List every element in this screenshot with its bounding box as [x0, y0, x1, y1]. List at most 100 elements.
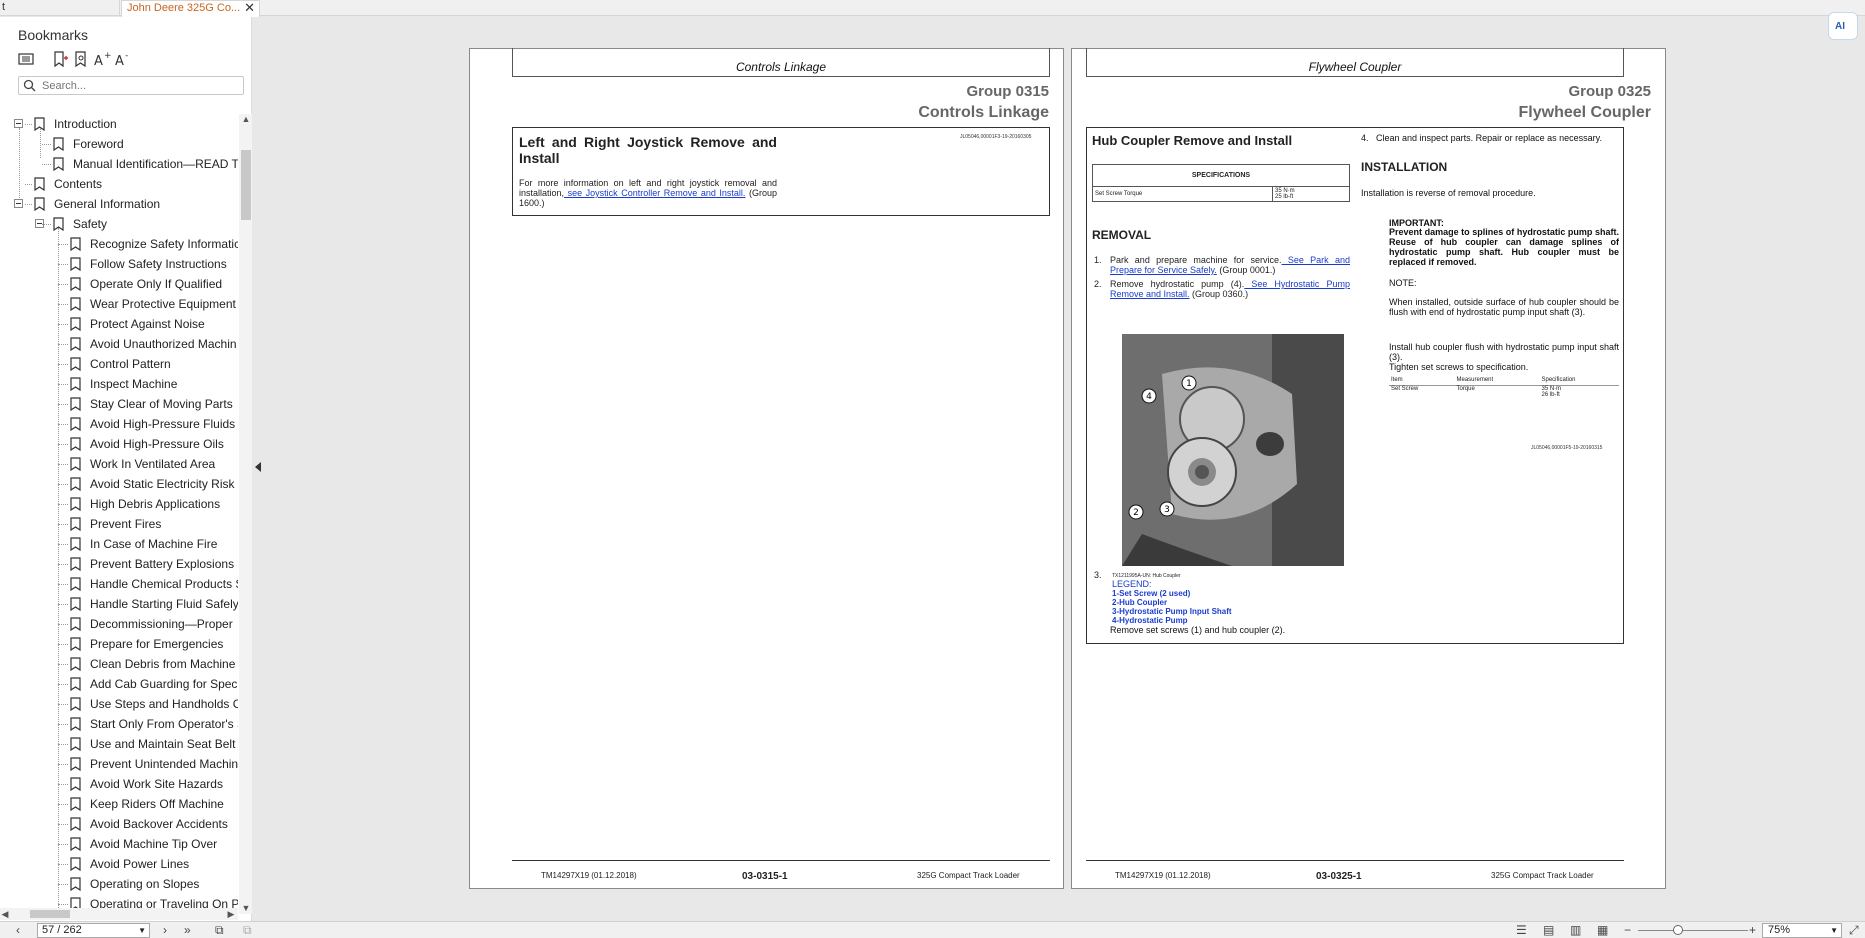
bookmark-item[interactable]: Introduction	[0, 114, 238, 134]
bookmark-item[interactable]: Avoid Backover Accidents	[0, 814, 238, 834]
continuous-view-icon[interactable]: ▤	[1543, 924, 1554, 937]
bookmark-item[interactable]: Protect Against Noise	[0, 314, 238, 334]
zoom-out-icon[interactable]: −	[1624, 924, 1631, 937]
joystick-controller-link[interactable]: see Joystick Controller Remove and Insta…	[564, 188, 746, 198]
torque-table: Item Measurement Specification Set Screw To…	[1389, 377, 1619, 398]
add-bookmark-icon[interactable]	[51, 50, 69, 68]
legend-item: 4-Hydrostatic Pump	[1112, 616, 1188, 625]
bookmark-item[interactable]: Prepare for Emergencies	[0, 634, 238, 654]
collapse-toggle-icon[interactable]	[14, 199, 23, 208]
tree-guide	[25, 124, 32, 125]
group-number: Group 0315	[966, 83, 1049, 100]
bookmark-item[interactable]: Add Cab Guarding for Speci	[0, 674, 238, 694]
collapse-toggle-icon[interactable]	[14, 119, 23, 128]
last-page-icon[interactable]: »	[184, 924, 191, 937]
scroll-up-icon[interactable]: ▲	[241, 114, 251, 124]
bookmark-item[interactable]: Avoid High-Pressure Oils	[0, 434, 238, 454]
bookmark-item[interactable]: Operating on Slopes	[0, 874, 238, 894]
bookmark-item[interactable]: Avoid Unauthorized Machin	[0, 334, 238, 354]
bookmark-item[interactable]: General Information	[0, 194, 238, 214]
find-bookmark-icon[interactable]	[72, 50, 90, 68]
bookmark-item[interactable]: Avoid Work Site Hazards	[0, 774, 238, 794]
zoom-level-field[interactable]: 75% ▼	[1762, 923, 1842, 938]
bookmark-label: Prevent Unintended Machin	[90, 757, 238, 771]
bookmark-item[interactable]: Wear Protective Equipment	[0, 294, 238, 314]
bookmark-vertical-scrollbar[interactable]: ▲ ▼	[239, 114, 252, 914]
bookmark-item[interactable]: Handle Starting Fluid Safely	[0, 594, 238, 614]
zoom-slider-track[interactable]	[1638, 930, 1748, 931]
bookmark-item[interactable]: Recognize Safety Informatic	[0, 234, 238, 254]
fullscreen-icon[interactable]: ⤢	[1849, 924, 1859, 937]
paste-icon[interactable]: ⧉	[243, 924, 252, 937]
bookmark-item[interactable]: Decommissioning—Proper	[0, 614, 238, 634]
tree-guide	[58, 324, 68, 325]
two-page-view-icon[interactable]: ▥	[1570, 924, 1581, 937]
bookmark-item[interactable]: Operate Only If Qualified	[0, 274, 238, 294]
bookmark-item[interactable]: Use and Maintain Seat Belt	[0, 734, 238, 754]
scroll-thumb-horizontal[interactable]	[30, 910, 70, 918]
bookmark-icon	[70, 457, 81, 471]
decrease-font-icon[interactable]: A-	[114, 50, 132, 69]
bookmark-item[interactable]: Contents	[0, 174, 238, 194]
bookmark-item[interactable]: Manual Identification—READ TI	[0, 154, 238, 174]
bookmark-item[interactable]: Avoid Static Electricity Risk V	[0, 474, 238, 494]
scroll-right-icon[interactable]: ▶	[226, 908, 236, 920]
chevron-down-icon: ▼	[1830, 926, 1838, 935]
bookmark-item[interactable]: Prevent Fires	[0, 514, 238, 534]
bookmark-item[interactable]: Avoid Power Lines	[0, 854, 238, 874]
bookmark-icon	[70, 717, 81, 731]
bookmark-item[interactable]: Inspect Machine	[0, 374, 238, 394]
bookmark-horizontal-scrollbar[interactable]: ◀ ▶	[0, 908, 238, 920]
bookmark-item[interactable]: Safety	[0, 214, 238, 234]
bookmark-item[interactable]: Keep Riders Off Machine	[0, 794, 238, 814]
tree-guide	[58, 404, 68, 405]
bookmark-item[interactable]: High Debris Applications	[0, 494, 238, 514]
bookmark-item[interactable]: Work In Ventilated Area	[0, 454, 238, 474]
scroll-down-icon[interactable]: ▼	[241, 903, 251, 913]
bookmark-icon	[70, 877, 81, 891]
tab-active-document[interactable]: John Deere 325G Co... ✕	[121, 0, 260, 17]
bookmark-icon	[70, 737, 81, 751]
zoom-in-icon[interactable]: +	[1749, 924, 1756, 937]
bookmark-options-icon[interactable]	[17, 50, 35, 68]
tab-previous[interactable]: t	[0, 0, 120, 16]
bookmark-item[interactable]: Handle Chemical Products S	[0, 574, 238, 594]
bookmark-item[interactable]: Prevent Battery Explosions	[0, 554, 238, 574]
zoom-slider-handle[interactable]	[1673, 925, 1683, 935]
bookmark-label: Avoid High-Pressure Oils	[90, 437, 224, 451]
bookmark-item[interactable]: Avoid Machine Tip Over	[0, 834, 238, 854]
bookmark-item[interactable]: Follow Safety Instructions	[0, 254, 238, 274]
two-page-continuous-icon[interactable]: ▦	[1597, 924, 1608, 937]
legend-item: 2-Hub Coupler	[1112, 598, 1168, 607]
bookmark-item[interactable]: In Case of Machine Fire	[0, 534, 238, 554]
increase-font-icon[interactable]: A +	[93, 50, 112, 69]
copy-icon[interactable]: ⧉	[215, 924, 224, 937]
bookmark-item[interactable]: Avoid High-Pressure Fluids	[0, 414, 238, 434]
footer-manual-id: TM14297X19 (01.12.2018)	[1115, 871, 1211, 880]
bookmark-item[interactable]: Control Pattern	[0, 354, 238, 374]
scroll-thumb[interactable]	[241, 150, 251, 220]
search-icon	[23, 79, 36, 92]
bookmark-label: Follow Safety Instructions	[90, 257, 227, 271]
previous-page-icon[interactable]: ‹	[16, 924, 20, 937]
tree-guide	[58, 504, 68, 505]
next-page-icon[interactable]: ›	[163, 924, 167, 937]
scroll-left-icon[interactable]: ◀	[0, 908, 10, 920]
tree-guide	[58, 644, 68, 645]
bookmark-item[interactable]: Prevent Unintended Machin	[0, 754, 238, 774]
close-icon[interactable]: ✕	[244, 1, 255, 15]
bookmark-item[interactable]: Stay Clear of Moving Parts	[0, 394, 238, 414]
collapse-panel-icon[interactable]	[255, 462, 261, 472]
legend-item: 1-Set Screw (2 used)	[1112, 589, 1191, 598]
tree-guide	[25, 184, 32, 185]
spec-value: 35 N·m 25 lb-ft	[1272, 186, 1350, 202]
page-number-field[interactable]: 57 / 262 ▼	[37, 923, 150, 938]
bookmark-item[interactable]: Use Steps and Handholds C	[0, 694, 238, 714]
tree-guide	[42, 144, 51, 145]
search-input[interactable]	[42, 78, 238, 93]
bookmark-item[interactable]: Foreword	[0, 134, 238, 154]
ai-assistant-button[interactable]: AI	[1828, 12, 1858, 40]
bookmark-item[interactable]: Start Only From Operator's S	[0, 714, 238, 734]
single-page-view-icon[interactable]: ☰	[1516, 924, 1527, 937]
bookmark-item[interactable]: Clean Debris from Machine	[0, 654, 238, 674]
